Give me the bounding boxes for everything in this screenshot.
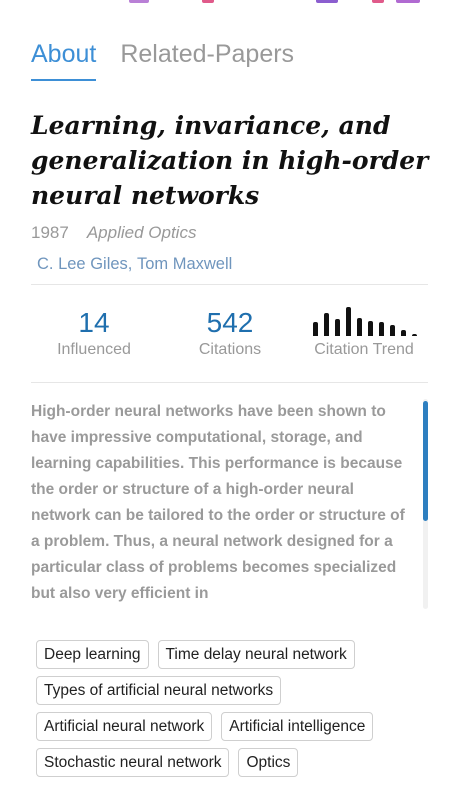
- paper-meta: 1987 Applied Optics: [31, 223, 196, 243]
- stat-citation-trend[interactable]: Citation Trend: [299, 305, 429, 359]
- trend-bar: [379, 322, 384, 336]
- citation-trend-label: Citation Trend: [314, 341, 414, 358]
- author-link[interactable]: Tom Maxwell: [137, 255, 232, 274]
- citation-trend-chart: [309, 305, 419, 341]
- topic-tag[interactable]: Optics: [238, 748, 299, 777]
- top-color-strip: [0, 0, 463, 4]
- stat-influenced[interactable]: 14 Influenced: [31, 305, 157, 359]
- paper-title: Learning, invariance, and generalization…: [31, 111, 429, 210]
- divider: [31, 382, 428, 383]
- topic-tag[interactable]: Time delay neural network: [157, 640, 355, 669]
- tab-about[interactable]: About: [31, 40, 97, 81]
- tab-bar: About Related-Papers: [31, 40, 294, 81]
- trend-bar: [412, 334, 417, 336]
- trend-bar: [324, 313, 329, 336]
- citations-count: 542: [206, 307, 254, 338]
- scrollbar-thumb[interactable]: [423, 401, 428, 521]
- top-strip-segment: [396, 0, 420, 3]
- stats-row: 14 Influenced 542 Citations Citation Tre…: [31, 305, 428, 369]
- influenced-count: 14: [78, 307, 110, 338]
- topic-tags: Deep learning Time delay neural network Ty…: [36, 640, 436, 777]
- author-link[interactable]: C. Lee Giles: [37, 255, 128, 274]
- influenced-label: Influenced: [57, 341, 131, 358]
- topic-tag[interactable]: Artificial intelligence: [221, 712, 374, 741]
- topic-tag[interactable]: Stochastic neural network: [36, 748, 230, 777]
- top-strip-segment: [202, 0, 214, 3]
- topic-tag[interactable]: Types of artificial neural networks: [36, 676, 282, 705]
- trend-bar: [390, 325, 395, 336]
- trend-bar: [368, 321, 373, 336]
- abstract-scrollbar[interactable]: [423, 399, 428, 609]
- abstract-text: High-order neural networks have been sho…: [31, 403, 405, 602]
- trend-bar: [335, 319, 340, 336]
- topic-tag[interactable]: Deep learning: [36, 640, 149, 669]
- author-separator: ,: [127, 255, 137, 273]
- trend-bar: [313, 322, 318, 336]
- trend-bar: [401, 330, 406, 336]
- top-strip-segment: [372, 0, 384, 3]
- stat-citations[interactable]: 542 Citations: [167, 305, 293, 359]
- abstract-panel[interactable]: High-order neural networks have been sho…: [31, 399, 428, 609]
- divider: [31, 284, 428, 285]
- paper-year: 1987: [31, 223, 69, 242]
- tab-related-papers[interactable]: Related-Papers: [120, 40, 294, 81]
- author-list: C. Lee Giles , Tom Maxwell: [37, 255, 232, 274]
- top-strip-segment: [129, 0, 149, 3]
- topic-tag[interactable]: Artificial neural network: [36, 712, 213, 741]
- trend-bar: [357, 318, 362, 336]
- citations-label: Citations: [198, 341, 262, 358]
- top-strip-segment: [316, 0, 338, 3]
- trend-bar: [346, 307, 351, 336]
- paper-journal: Applied Optics: [86, 223, 197, 242]
